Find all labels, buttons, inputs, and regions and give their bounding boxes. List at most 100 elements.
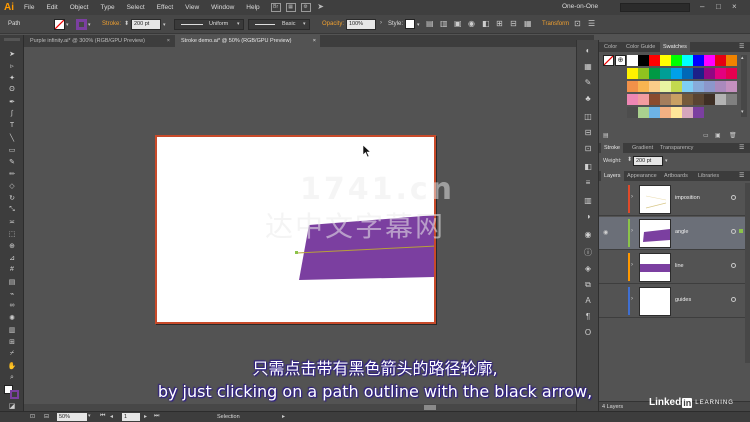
- drawing-modes-icon[interactable]: ◪: [6, 401, 18, 410]
- menu-window[interactable]: Window: [205, 0, 240, 15]
- color-swatch[interactable]: [693, 94, 704, 105]
- opacity-arrow-icon[interactable]: ›: [380, 20, 382, 26]
- horizontal-scroll-thumb[interactable]: [424, 405, 436, 410]
- maximize-icon[interactable]: □: [716, 2, 721, 11]
- color-swatch[interactable]: [638, 94, 649, 105]
- stroke-weight-field[interactable]: 200 pt: [131, 19, 161, 30]
- color-swatch[interactable]: [627, 107, 638, 118]
- menu-file[interactable]: File: [18, 0, 40, 15]
- color-swatch[interactable]: [726, 94, 737, 105]
- pathfinder-panel-icon[interactable]: ◧: [583, 162, 593, 172]
- zoom-level-field[interactable]: 50%: [57, 413, 87, 421]
- new-swatch-icon[interactable]: ▣: [715, 132, 721, 139]
- color-swatch[interactable]: [704, 81, 715, 92]
- transform-link[interactable]: Transform: [542, 21, 569, 27]
- layer-target-icon[interactable]: [731, 195, 736, 200]
- menu-view[interactable]: View: [179, 0, 205, 15]
- delete-swatch-icon[interactable]: 🗑: [729, 132, 737, 139]
- transparency-panel-icon[interactable]: ◑: [583, 212, 593, 222]
- toolbox-grip[interactable]: [4, 38, 20, 41]
- mesh-tool-icon[interactable]: #: [6, 265, 18, 274]
- variable-width-profile[interactable]: Uniform ▾: [174, 19, 244, 30]
- layer-name[interactable]: angle: [675, 229, 688, 235]
- previous-artboard-icon[interactable]: ◂: [110, 413, 113, 420]
- color-panel-icon[interactable]: ◐: [583, 46, 593, 56]
- swatch-libraries-icon[interactable]: ▤: [603, 132, 609, 139]
- registration-swatch-icon[interactable]: ⊕: [615, 55, 626, 66]
- graphic-styles-panel-icon[interactable]: ◫: [583, 112, 593, 122]
- color-swatch[interactable]: [638, 81, 649, 92]
- pencil-tool-icon[interactable]: ✏: [6, 169, 18, 178]
- document-tab-purple-infinity[interactable]: Purple infinity.ai* @ 300% (RGB/GPU Prev…: [24, 35, 174, 47]
- color-swatch[interactable]: [693, 68, 704, 79]
- column-graph-tool-icon[interactable]: ▥: [6, 325, 18, 334]
- distribute-icon[interactable]: ▦: [524, 19, 532, 28]
- perspective-grid-tool-icon[interactable]: ⊿: [6, 253, 18, 262]
- tab-color[interactable]: Color: [601, 42, 620, 52]
- brushes-panel-icon[interactable]: ✎: [583, 78, 593, 88]
- magic-wand-tool-icon[interactable]: ✦: [6, 73, 18, 82]
- stroke-weight-dropdown-icon[interactable]: ▾: [163, 22, 166, 28]
- recolor-icon[interactable]: ◉: [468, 19, 475, 28]
- align-icon[interactable]: ▣: [454, 19, 462, 28]
- scroll-down-icon[interactable]: ▾: [741, 109, 744, 115]
- arrange-icon[interactable]: ⊟: [510, 19, 517, 28]
- artboard-tool-icon[interactable]: ⊞: [6, 337, 18, 346]
- layer-row-guides[interactable]: › guides: [599, 285, 745, 318]
- anchor-point[interactable]: [295, 251, 298, 254]
- color-swatch[interactable]: [726, 68, 737, 79]
- workspace-switcher[interactable]: One-on-One: [562, 3, 598, 10]
- color-swatch[interactable]: [627, 68, 638, 79]
- pen-tool-icon[interactable]: ✒: [6, 97, 18, 106]
- menu-edit[interactable]: Edit: [40, 0, 63, 15]
- select-similar-icon[interactable]: ⊞: [496, 19, 503, 28]
- visibility-eye-icon[interactable]: ◉: [603, 229, 608, 236]
- tab-swatches[interactable]: Swatches: [660, 42, 690, 52]
- expand-arrow-icon[interactable]: ›: [631, 296, 633, 302]
- color-swatch[interactable]: [715, 81, 726, 92]
- color-swatch[interactable]: [726, 81, 737, 92]
- color-swatch[interactable]: [649, 68, 660, 79]
- color-swatch[interactable]: [627, 81, 638, 92]
- paragraph-panel-icon[interactable]: ¶: [583, 312, 593, 322]
- opacity-label[interactable]: Opacity:: [322, 21, 344, 27]
- color-swatch[interactable]: [671, 68, 682, 79]
- color-swatch[interactable]: [627, 94, 638, 105]
- zoom-dropdown-icon[interactable]: ▾: [88, 413, 91, 419]
- color-swatch[interactable]: [660, 81, 671, 92]
- color-swatch[interactable]: [704, 68, 715, 79]
- gpu-performance-icon[interactable]: ⚙: [300, 3, 311, 12]
- appearance-panel-icon[interactable]: ◉: [583, 230, 593, 240]
- color-swatch[interactable]: [693, 81, 704, 92]
- isolate-icon[interactable]: ◧: [482, 19, 490, 28]
- opentype-panel-icon[interactable]: O: [583, 328, 593, 338]
- color-swatch[interactable]: [649, 55, 660, 66]
- arrange-documents-icon[interactable]: ▦: [285, 3, 296, 12]
- character-panel-icon[interactable]: A: [583, 296, 593, 306]
- document-setup-icon[interactable]: ▤: [426, 19, 434, 28]
- last-artboard-icon[interactable]: ⏭: [154, 413, 159, 420]
- menu-type[interactable]: Type: [94, 0, 120, 15]
- symbols-panel-icon[interactable]: ♣: [583, 94, 593, 104]
- color-swatch[interactable]: [682, 68, 693, 79]
- next-artboard-icon[interactable]: ▸: [144, 413, 147, 420]
- gradient-tool-icon[interactable]: ▤: [6, 277, 18, 286]
- rotate-tool-icon[interactable]: ↻: [6, 193, 18, 202]
- layer-name[interactable]: line: [675, 263, 684, 269]
- panel-menu-icon[interactable]: ☰: [739, 144, 744, 151]
- status-menu-icon[interactable]: ▸: [282, 413, 285, 420]
- stroke-weight-input[interactable]: 200 pt: [633, 156, 663, 166]
- expand-arrow-icon[interactable]: ›: [631, 194, 633, 200]
- tab-close-icon[interactable]: ×: [167, 35, 170, 47]
- line-tool-icon[interactable]: ╲: [6, 133, 18, 142]
- align-panel-icon[interactable]: ⊟: [583, 128, 593, 138]
- links-panel-icon[interactable]: ⧉: [583, 280, 593, 290]
- color-swatch[interactable]: [660, 55, 671, 66]
- symbol-sprayer-tool-icon[interactable]: ✺: [6, 313, 18, 322]
- color-swatch[interactable]: [671, 81, 682, 92]
- color-swatch[interactable]: [649, 94, 660, 105]
- color-swatch[interactable]: [682, 94, 693, 105]
- color-swatch[interactable]: [649, 107, 660, 118]
- menu-object[interactable]: Object: [64, 0, 95, 15]
- direct-selection-tool-icon[interactable]: ▹: [6, 61, 18, 70]
